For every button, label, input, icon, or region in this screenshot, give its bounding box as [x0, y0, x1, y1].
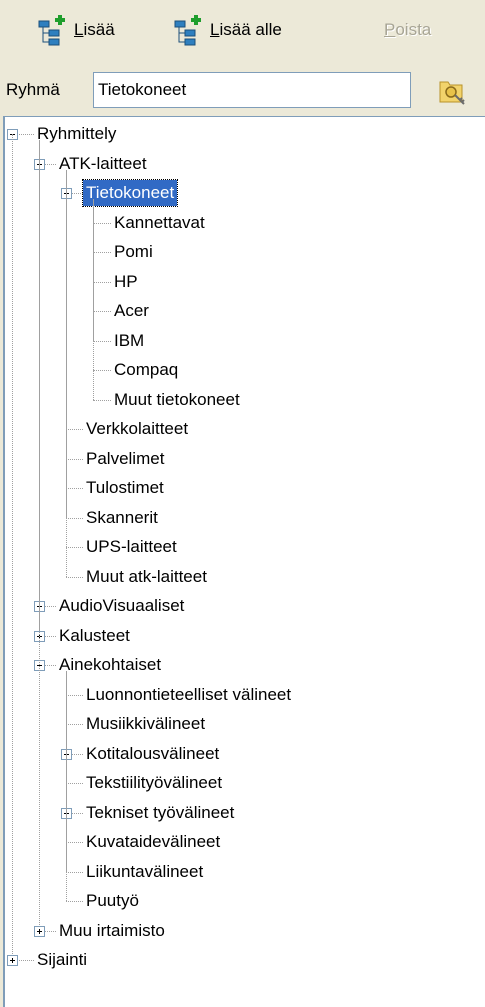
tree-connector: [93, 370, 111, 371]
tree-connector: [93, 281, 111, 283]
tree-node[interactable]: Acer: [111, 298, 152, 324]
tree-connector: [66, 724, 83, 725]
group-row: Ryhmä: [0, 66, 485, 116]
tree-node[interactable]: Compaq: [111, 357, 181, 383]
tree-node[interactable]: Kotitalousvälineet: [83, 741, 222, 767]
tree-node[interactable]: Tekniset työvälineet: [83, 800, 237, 826]
tree-connector: [66, 547, 83, 548]
key-folder-icon[interactable]: [434, 74, 468, 108]
tree-node[interactable]: Skannerit: [83, 505, 161, 531]
tree-add-icon: [38, 15, 65, 46]
tree-node[interactable]: Ainekohtaiset: [56, 652, 164, 678]
tree-connector: [39, 140, 40, 931]
add-below-button[interactable]: Lisää alle: [172, 12, 282, 48]
tree-connector: [93, 399, 111, 401]
tree-node[interactable]: Tietokoneet: [81, 179, 179, 207]
tree-connector: [66, 488, 83, 489]
tree-connector: [66, 576, 83, 578]
tree-node[interactable]: Ryhmittely: [34, 121, 119, 147]
toolbar: Lisää Lisää alle Poista: [0, 0, 485, 62]
tree-node[interactable]: Kalusteet: [56, 623, 133, 649]
tree-connector: [12, 134, 13, 960]
expand-icon[interactable]: [7, 955, 18, 966]
tree-node[interactable]: AudioVisuaaliset: [56, 593, 187, 619]
tree-connector: [93, 252, 111, 253]
tree-node[interactable]: ATK-laitteet: [56, 151, 150, 177]
tree-connector: [66, 842, 83, 843]
tree-node[interactable]: Liikuntavälineet: [83, 859, 206, 885]
tree-connector: [66, 671, 67, 901]
tree-connector: [66, 517, 83, 519]
tree-connector: [66, 901, 83, 902]
tree-connector: [66, 458, 83, 460]
tree-connector: [93, 199, 94, 400]
tree-node[interactable]: Muut tietokoneet: [111, 387, 243, 413]
tree-node[interactable]: Kuvataidevälineet: [83, 829, 223, 855]
add-label: Lisää: [74, 20, 115, 39]
tree-node[interactable]: Musiikkivälineet: [83, 711, 208, 737]
tree-connector: [93, 311, 111, 312]
tree-connector: [66, 783, 83, 784]
tree-connector: [93, 340, 111, 342]
tree-connector: [66, 169, 67, 577]
tree-connector: [66, 694, 83, 696]
group-tree[interactable]: Ryhmittely ATK-laitteet Tietokoneet Kannett…: [3, 116, 485, 1007]
tree-node[interactable]: IBM: [111, 328, 147, 354]
tree-connector: [66, 429, 83, 430]
group-label: Ryhmä: [6, 80, 60, 99]
add-button[interactable]: Lisää: [36, 12, 115, 48]
tree-node[interactable]: Muu irtaimisto: [56, 918, 168, 944]
delete-label: Poista: [384, 20, 432, 39]
tree-node[interactable]: Verkkolaitteet: [83, 416, 191, 442]
expand-icon[interactable]: [34, 925, 45, 937]
tree-add-child-icon: [174, 15, 201, 46]
tree-node[interactable]: Tekstiilityövälineet: [83, 770, 225, 796]
group-name-input[interactable]: [93, 72, 411, 108]
tree-node[interactable]: Tulostimet: [83, 475, 167, 501]
tree-node[interactable]: Luonnontieteelliset välineet: [83, 682, 294, 708]
tree-node[interactable]: Puutyö: [83, 888, 142, 914]
tree-node[interactable]: UPS-laitteet: [83, 534, 180, 560]
tree-connector: [66, 871, 83, 873]
tree-node[interactable]: HP: [111, 269, 141, 295]
tree-node[interactable]: Muut atk-laitteet: [83, 564, 210, 590]
tree-node[interactable]: Pomi: [111, 239, 156, 265]
tree-node[interactable]: Sijainti: [34, 947, 90, 973]
tree-node[interactable]: Palvelimet: [83, 446, 167, 472]
add-below-label: Lisää alle: [210, 20, 282, 39]
tree-node[interactable]: Kannettavat: [111, 210, 208, 236]
delete-button[interactable]: Poista: [384, 12, 431, 48]
tree-connector: [93, 222, 111, 224]
